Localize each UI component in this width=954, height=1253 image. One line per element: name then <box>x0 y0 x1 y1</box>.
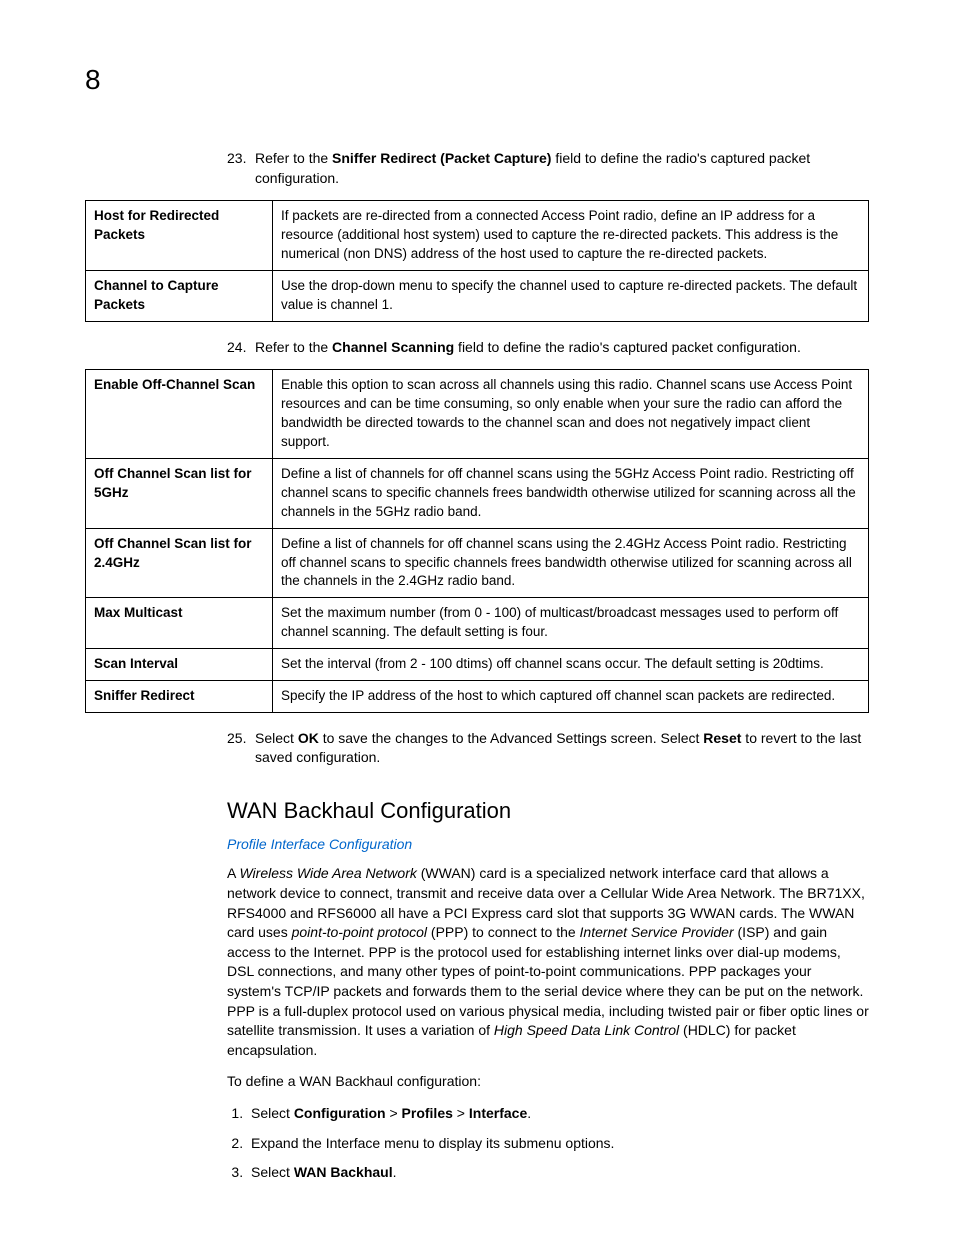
ok-label: OK <box>298 730 319 746</box>
nav-item: Configuration <box>294 1105 386 1121</box>
table-row: Off Channel Scan list for 2.4GHz Define … <box>86 528 869 598</box>
step-24: 24. Refer to the Channel Scanning field … <box>227 338 869 358</box>
list-item: Select WAN Backhaul. <box>247 1163 869 1183</box>
row-label: Enable Off-Channel Scan <box>86 370 273 459</box>
step-number: 24. <box>227 338 255 358</box>
step-text: Select OK to save the changes to the Adv… <box>255 729 869 768</box>
page-number: 8 <box>85 60 869 99</box>
breadcrumb-link[interactable]: Profile Interface Configuration <box>227 835 869 855</box>
text: > <box>386 1105 402 1121</box>
table-row: Scan Interval Set the interval (from 2 -… <box>86 649 869 681</box>
text: field to define the radio's captured pac… <box>454 339 801 355</box>
row-desc: Use the drop-down menu to specify the ch… <box>273 271 869 322</box>
step-23: 23. Refer to the Sniffer Redirect (Packe… <box>227 149 869 188</box>
step-text: Refer to the Channel Scanning field to d… <box>255 338 869 358</box>
table-row: Host for Redirected Packets If packets a… <box>86 201 869 271</box>
term: point-to-point protocol <box>292 924 427 940</box>
reset-label: Reset <box>703 730 741 746</box>
list-item: Expand the Interface menu to display its… <box>247 1134 869 1154</box>
row-label: Sniffer Redirect <box>86 681 273 713</box>
term: Internet Service Provider <box>580 924 734 940</box>
body-paragraph: To define a WAN Backhaul configuration: <box>227 1072 869 1092</box>
nav-item: WAN Backhaul <box>294 1164 393 1180</box>
text: . <box>393 1164 397 1180</box>
table-row: Sniffer Redirect Specify the IP address … <box>86 681 869 713</box>
channel-scanning-table: Enable Off-Channel Scan Enable this opti… <box>85 369 869 712</box>
term: High Speed Data Link Control <box>494 1022 679 1038</box>
row-label: Off Channel Scan list for 2.4GHz <box>86 528 273 598</box>
text: > <box>453 1105 469 1121</box>
text: to save the changes to the Advanced Sett… <box>319 730 703 746</box>
nav-item: Interface <box>469 1105 527 1121</box>
row-label: Scan Interval <box>86 649 273 681</box>
row-desc: Specify the IP address of the host to wh… <box>273 681 869 713</box>
table-row: Enable Off-Channel Scan Enable this opti… <box>86 370 869 459</box>
table-row: Off Channel Scan list for 5GHz Define a … <box>86 458 869 528</box>
text: Refer to the <box>255 339 332 355</box>
text: A <box>227 865 239 881</box>
row-desc: Define a list of channels for off channe… <box>273 528 869 598</box>
list-item: Select Configuration > Profiles > Interf… <box>247 1104 869 1124</box>
section-heading: WAN Backhaul Configuration <box>227 796 869 827</box>
table-row: Max Multicast Set the maximum number (fr… <box>86 598 869 649</box>
sniffer-redirect-table: Host for Redirected Packets If packets a… <box>85 200 869 321</box>
field-name: Channel Scanning <box>332 339 454 355</box>
field-name: Sniffer Redirect (Packet Capture) <box>332 150 551 166</box>
text: Refer to the <box>255 150 332 166</box>
row-label: Off Channel Scan list for 5GHz <box>86 458 273 528</box>
row-desc: Enable this option to scan across all ch… <box>273 370 869 459</box>
step-number: 23. <box>227 149 255 188</box>
row-desc: Set the maximum number (from 0 - 100) of… <box>273 598 869 649</box>
row-label: Channel to Capture Packets <box>86 271 273 322</box>
steps-list: Select Configuration > Profiles > Interf… <box>227 1104 869 1183</box>
table-row: Channel to Capture Packets Use the drop-… <box>86 271 869 322</box>
term: Wireless Wide Area Network <box>239 865 416 881</box>
step-text: Refer to the Sniffer Redirect (Packet Ca… <box>255 149 869 188</box>
nav-item: Profiles <box>402 1105 453 1121</box>
body-paragraph: A Wireless Wide Area Network (WWAN) card… <box>227 864 869 1060</box>
text: Select <box>251 1105 294 1121</box>
step-25: 25. Select OK to save the changes to the… <box>227 729 869 768</box>
text: . <box>527 1105 531 1121</box>
row-desc: Define a list of channels for off channe… <box>273 458 869 528</box>
text: Select <box>255 730 298 746</box>
row-label: Host for Redirected Packets <box>86 201 273 271</box>
row-desc: If packets are re-directed from a connec… <box>273 201 869 271</box>
row-desc: Set the interval (from 2 - 100 dtims) of… <box>273 649 869 681</box>
step-number: 25. <box>227 729 255 768</box>
text: Select <box>251 1164 294 1180</box>
text: (PPP) to connect to the <box>427 924 580 940</box>
row-label: Max Multicast <box>86 598 273 649</box>
